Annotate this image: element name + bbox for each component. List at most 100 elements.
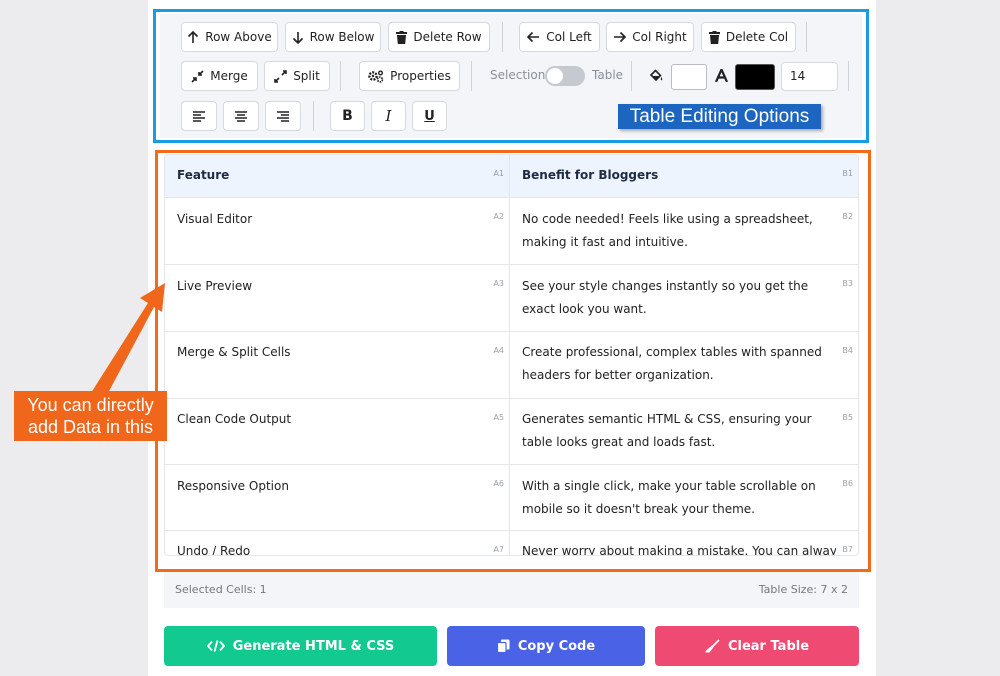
table-row: Clean Code Output A5 Generates semantic H… (165, 399, 858, 465)
copy-icon (496, 639, 510, 653)
italic-button[interactable]: I (371, 101, 406, 131)
font-size-input[interactable]: 14 (781, 62, 838, 91)
cell-text: Visual Editor (177, 212, 253, 226)
toolbar-divider (502, 22, 503, 52)
status-bar: Selected Cells: 1 Table Size: 7 x 2 (164, 572, 859, 608)
table-cell[interactable]: Benefit for Bloggers B1 (510, 155, 858, 197)
properties-button[interactable]: Properties (359, 61, 460, 91)
toggle-knob (547, 68, 563, 84)
row-below-button[interactable]: Row Below (285, 22, 381, 52)
background-color-swatch[interactable] (671, 64, 707, 90)
delete-col-label: Delete Col (725, 30, 789, 44)
cell-ref: B4 (842, 346, 853, 355)
cell-ref: B7 (842, 545, 853, 554)
cell-text: Generates semantic HTML & CSS, ensuring … (522, 412, 812, 449)
table-cell[interactable]: No code needed! Feels like using a sprea… (510, 198, 858, 264)
cell-ref: A7 (493, 545, 504, 554)
row-below-label: Row Below (309, 30, 375, 44)
cell-text: Merge & Split Cells (177, 345, 291, 359)
align-left-button[interactable] (181, 101, 217, 131)
toolbar-divider (471, 61, 472, 91)
table-cell[interactable]: Live Preview A3 (165, 265, 510, 331)
cell-ref: B5 (842, 413, 853, 422)
align-center-button[interactable] (223, 101, 259, 131)
table-cell[interactable]: Never worry about making a mistake. You … (510, 531, 858, 556)
clear-label: Clear Table (727, 638, 810, 654)
delete-row-label: Delete Row (413, 30, 482, 44)
table-cell[interactable]: Feature A1 (165, 155, 510, 197)
col-left-label: Col Left (546, 30, 592, 44)
cell-ref: A3 (493, 279, 504, 288)
copy-code-button[interactable]: Copy Code (447, 626, 645, 666)
cell-text: Clean Code Output (177, 412, 292, 426)
merge-button[interactable]: Merge (181, 61, 258, 91)
underline-button[interactable]: U (412, 101, 447, 131)
cell-text: Create professional, complex tables with… (522, 345, 822, 382)
add-data-callout: You can directly add Data in this (14, 391, 167, 441)
broom-icon (705, 639, 720, 653)
arrow-left-icon (527, 31, 540, 43)
font-color-icon[interactable] (715, 69, 728, 82)
split-button[interactable]: Split (264, 61, 330, 91)
generate-label: Generate HTML & CSS (232, 638, 395, 654)
clear-table-button[interactable]: Clear Table (655, 626, 859, 666)
cell-ref: A6 (493, 479, 504, 488)
cell-text: Responsive Option (177, 479, 289, 493)
delete-row-button[interactable]: Delete Row (388, 22, 490, 52)
col-right-label: Col Right (632, 30, 687, 44)
cell-text: See your style changes instantly so you … (522, 279, 809, 316)
delete-col-button[interactable]: Delete Col (701, 22, 796, 52)
table-cell[interactable]: With a single click, make your table scr… (510, 465, 858, 530)
paint-bucket-icon[interactable] (649, 69, 663, 83)
arrow-right-icon (614, 31, 627, 43)
toolbar-divider (806, 22, 807, 52)
toolbar-divider (631, 61, 632, 91)
table-cell[interactable]: Merge & Split Cells A4 (165, 332, 510, 398)
align-left-icon (193, 110, 205, 122)
cell-ref: A2 (493, 212, 504, 221)
cell-text: With a single click, make your table scr… (522, 479, 816, 516)
row-above-button[interactable]: Row Above (181, 22, 278, 52)
table-row: Visual Editor A2 No code needed! Feels li… (165, 198, 858, 265)
cell-ref: B6 (842, 479, 853, 488)
code-icon (206, 640, 225, 652)
table-cell[interactable]: Visual Editor A2 (165, 198, 510, 264)
copy-label: Copy Code (517, 638, 596, 654)
table-cell[interactable]: Create professional, complex tables with… (510, 332, 858, 398)
compress-icon (191, 69, 204, 83)
split-label: Split (293, 69, 320, 83)
table-row: Feature A1 Benefit for Bloggers B1 (165, 155, 858, 198)
table-editor[interactable]: Feature A1 Benefit for Bloggers B1 Visual … (164, 154, 859, 556)
arrow-down-icon (292, 31, 303, 44)
table-cell[interactable]: Clean Code Output A5 (165, 399, 510, 464)
align-center-icon (235, 110, 247, 122)
merge-label: Merge (210, 69, 248, 83)
col-left-button[interactable]: Col Left (519, 22, 600, 52)
cell-text: Undo / Redo (177, 544, 251, 556)
cell-ref: A1 (493, 169, 504, 178)
cell-ref: A4 (493, 346, 504, 355)
cell-text: No code needed! Feels like using a sprea… (522, 212, 813, 249)
cell-text: Benefit for Bloggers (522, 168, 659, 182)
expand-icon (274, 69, 287, 83)
cell-ref: B1 (842, 169, 853, 178)
cell-ref: A5 (493, 413, 504, 422)
table-label: Table (592, 68, 624, 82)
bold-button[interactable]: B (330, 101, 365, 131)
table-cell[interactable]: Undo / Redo A7 (165, 531, 510, 556)
cell-text: Feature (177, 168, 230, 182)
table-cell[interactable]: See your style changes instantly so you … (510, 265, 858, 331)
col-right-button[interactable]: Col Right (606, 22, 694, 52)
trash-icon (396, 30, 408, 44)
align-right-button[interactable] (265, 101, 301, 131)
toolbar-divider (313, 101, 314, 131)
text-color-swatch[interactable] (735, 64, 775, 90)
table-cell[interactable]: Responsive Option A6 (165, 465, 510, 530)
table-cell[interactable]: Generates semantic HTML & CSS, ensuring … (510, 399, 858, 464)
cell-ref: B3 (842, 279, 853, 288)
row-above-label: Row Above (205, 30, 272, 44)
selection-table-toggle[interactable] (545, 66, 585, 86)
cell-text: Never worry about making a mistake. You … (522, 544, 836, 556)
generate-html-css-button[interactable]: Generate HTML & CSS (164, 626, 437, 666)
properties-label: Properties (390, 69, 451, 83)
